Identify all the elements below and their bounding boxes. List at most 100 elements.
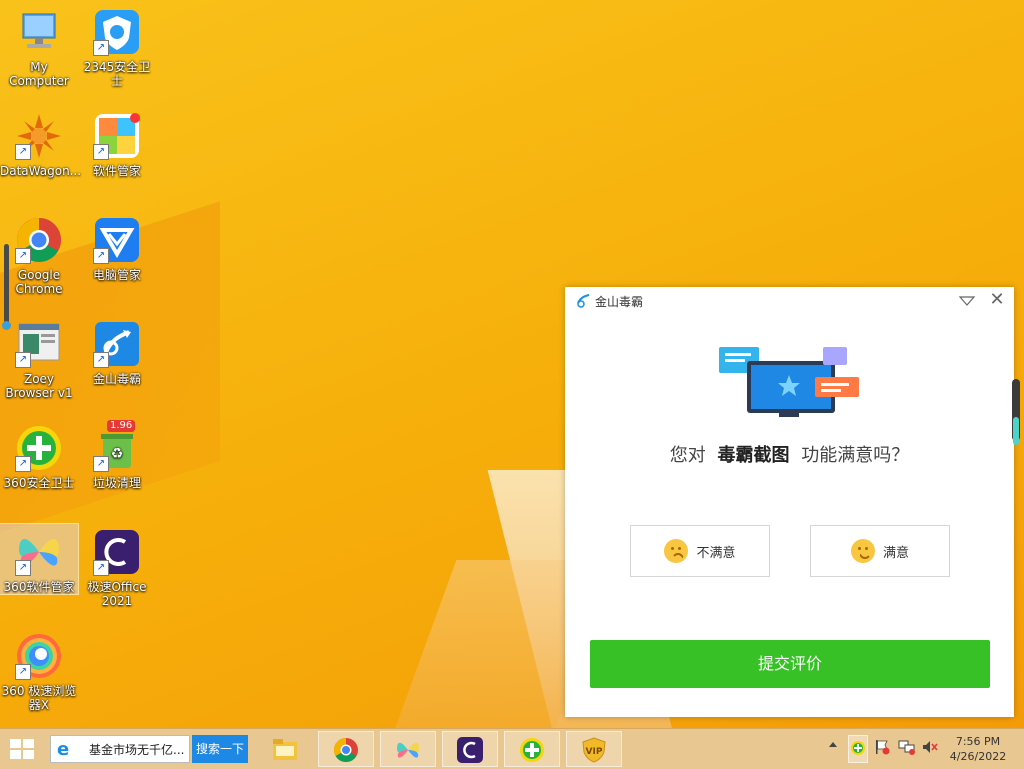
desktop-icon-label: My Computer xyxy=(9,60,69,88)
shortcut-arrow-icon: ↗ xyxy=(93,456,109,472)
taskbar-vip-shield[interactable]: VIP xyxy=(566,731,622,767)
desktop-icon-label: Zoey Browser v1 xyxy=(5,372,73,400)
taskbar-speed-office[interactable] xyxy=(442,731,498,767)
desktop-icon-2345-security[interactable]: ↗ 2345安全卫士 xyxy=(78,8,156,88)
taskbar-360-security[interactable] xyxy=(504,731,560,767)
chrome-icon xyxy=(333,737,359,763)
taskbar-file-explorer[interactable] xyxy=(258,731,314,767)
desktop-icon-label: 2345安全卫士 xyxy=(83,60,151,88)
shortcut-arrow-icon: ↗ xyxy=(93,40,109,56)
desktop-icon-label: DataWagon... xyxy=(0,164,82,178)
zoey-browser-icon: ↗ xyxy=(15,320,63,368)
pc-manager-icon: ↗ xyxy=(93,216,141,264)
question-suffix: 功能满意吗？ xyxy=(801,445,910,466)
clock-time: 7:56 PM xyxy=(955,735,1001,748)
junk-size-badge: 1.96 xyxy=(107,420,136,432)
desktop-icon-label: 垃圾清理 xyxy=(92,476,141,490)
desktop-icon-label: 360软件管家 xyxy=(3,580,75,594)
shortcut-arrow-icon: ↗ xyxy=(93,144,109,160)
desktop-icon-label: 极速Office 2021 xyxy=(87,580,147,608)
svg-text:VIP: VIP xyxy=(586,747,603,757)
question-feature: 毒霸截图 xyxy=(717,445,790,466)
desktop-icon-kingsoft-antivirus[interactable]: ↗ 金山毒霸 xyxy=(78,320,156,386)
close-icon[interactable]: ✕ xyxy=(988,291,1006,309)
satisfied-button[interactable]: 满意 xyxy=(810,525,950,577)
kingsoft-logo-icon xyxy=(575,293,591,309)
search-button[interactable]: 搜索一下 xyxy=(192,735,248,763)
feedback-illustration xyxy=(719,345,861,425)
network-icon[interactable] xyxy=(898,739,916,758)
desktop-icon-label: 软件管家 xyxy=(92,164,141,178)
desktop-icon-pc-manager[interactable]: ↗ 电脑管家 xyxy=(78,216,156,282)
software-manager-icon: ↗ xyxy=(93,112,141,160)
desktop-icon-360-security[interactable]: ↗ 360安全卫士 xyxy=(0,424,78,490)
popup-app-title: 金山毒霸 xyxy=(595,295,644,309)
360-security-icon: ↗ xyxy=(15,424,63,472)
speed-office-icon xyxy=(457,737,483,763)
clock-date: 4/26/2022 xyxy=(949,750,1007,763)
2345-security-icon: ↗ xyxy=(93,8,141,56)
desktop-icon-my-computer[interactable]: My Computer xyxy=(0,8,78,88)
desktop-icon-google-chrome[interactable]: ↗ Google Chrome xyxy=(0,216,78,296)
desktop-icon-label: 360 极速浏览器X xyxy=(1,684,77,712)
computer-icon xyxy=(15,8,63,56)
desktop-icon-label: Google Chrome xyxy=(15,268,63,296)
shortcut-arrow-icon: ↗ xyxy=(15,352,31,368)
dissatisfied-label: 不满意 xyxy=(696,545,736,561)
vip-shield-icon: VIP xyxy=(581,737,607,763)
desktop-icon-software-manager[interactable]: ↗ 软件管家 xyxy=(78,112,156,178)
kingsoft-antivirus-icon: ↗ xyxy=(93,320,141,368)
folder-icon xyxy=(272,736,298,762)
desktop-icon-label: 360安全卫士 xyxy=(3,476,75,490)
start-button[interactable] xyxy=(10,739,36,761)
search-text: 基金市场无千亿... xyxy=(89,743,185,757)
happy-face-icon xyxy=(850,539,875,563)
taskbar-360-software-manager[interactable] xyxy=(380,731,436,767)
submit-review-button[interactable]: 提交评价 xyxy=(590,640,990,688)
desktop-icon-label: 金山毒霸 xyxy=(92,372,141,386)
dissatisfied-button[interactable]: 不满意 xyxy=(630,525,770,577)
search-input[interactable]: e 基金市场无千亿... xyxy=(50,735,190,763)
shortcut-arrow-icon: ↗ xyxy=(15,664,31,680)
popup-scrollbar[interactable] xyxy=(1012,379,1020,445)
ie-icon: e xyxy=(57,739,70,760)
360-security-icon xyxy=(519,737,545,763)
360-software-manager-icon xyxy=(395,737,421,763)
svg-text:♻: ♻ xyxy=(111,446,124,462)
360-browser-icon: ↗ xyxy=(15,632,63,680)
popup-titlebar: 金山毒霸 ✕ xyxy=(565,287,1014,315)
desktop-icon-speed-office[interactable]: ↗ 极速Office 2021 xyxy=(78,528,156,608)
desktop-icon-360-software-manager[interactable]: ↗ 360软件管家 xyxy=(0,523,79,595)
shortcut-arrow-icon: ↗ xyxy=(93,560,109,576)
shortcut-arrow-icon: ↗ xyxy=(93,248,109,264)
shortcut-arrow-icon: ↗ xyxy=(15,560,31,576)
system-clock[interactable]: 7:56 PM 4/26/2022 xyxy=(938,734,1018,764)
shortcut-arrow-icon: ↗ xyxy=(93,352,109,368)
desktop-icon-junk-cleaner[interactable]: ♻ 1.96 ↗ 垃圾清理 xyxy=(78,420,156,490)
desktop-icon-label: 电脑管家 xyxy=(92,268,141,282)
volume-muted-icon[interactable] xyxy=(922,739,938,758)
satisfaction-question: 您对 毒霸截图 功能满意吗？ xyxy=(565,441,1014,467)
desktop-icon-datawagon[interactable]: ↗ DataWagon... xyxy=(0,112,82,178)
sad-face-icon xyxy=(664,539,689,563)
desktop-icon-360-browser-x[interactable]: ↗ 360 极速浏览器X xyxy=(0,632,78,712)
chrome-icon: ↗ xyxy=(15,216,63,264)
question-prefix: 您对 xyxy=(669,445,706,466)
desktop-icon-zoey-browser[interactable]: ↗ Zoey Browser v1 xyxy=(0,320,78,400)
360-software-manager-icon: ↗ xyxy=(15,528,63,576)
speed-office-icon: ↗ xyxy=(93,528,141,576)
scroll-handle[interactable] xyxy=(2,244,11,330)
trash-bin-icon: ♻ 1.96 ↗ xyxy=(93,420,141,472)
shortcut-arrow-icon: ↗ xyxy=(15,248,31,264)
shortcut-arrow-icon: ↗ xyxy=(15,456,31,472)
shortcut-arrow-icon: ↗ xyxy=(15,144,31,160)
show-hidden-icons-chevron-up-icon[interactable] xyxy=(828,739,838,753)
minimize-icon[interactable] xyxy=(958,293,976,309)
feedback-popup: 金山毒霸 ✕ 您对 毒霸截图 功能满意吗？ 不满意 满意 提交评价 xyxy=(565,287,1020,717)
tray-360-icon[interactable] xyxy=(848,735,868,763)
satisfied-label: 满意 xyxy=(882,545,909,561)
datawagon-icon: ↗ xyxy=(15,112,63,160)
taskbar: e 基金市场无千亿... 搜索一下 VIP 7:56 PM 4/26/2022 xyxy=(0,728,1024,769)
taskbar-google-chrome[interactable] xyxy=(318,731,374,767)
action-center-flag-icon[interactable] xyxy=(874,739,890,758)
